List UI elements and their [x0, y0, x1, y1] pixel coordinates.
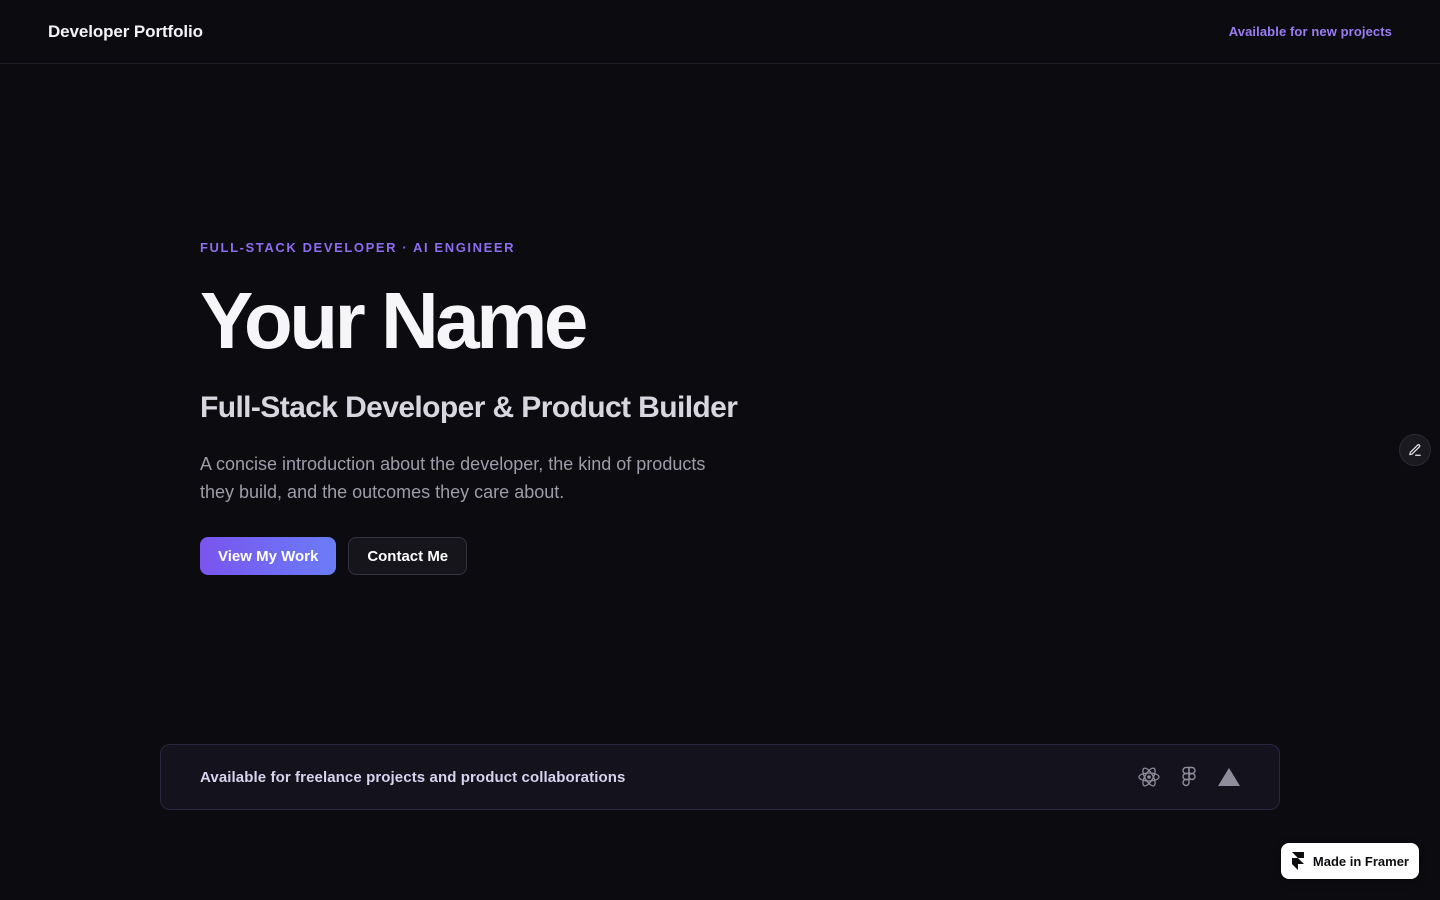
- portfolio-page: Developer Portfolio Available for new pr…: [0, 0, 1440, 900]
- edit-button[interactable]: [1399, 434, 1431, 466]
- figma-icon: [1177, 765, 1201, 789]
- pencil-icon: [1409, 444, 1421, 456]
- availability-bar: Available for freelance projects and pro…: [160, 744, 1280, 810]
- view-work-button[interactable]: View My Work: [200, 537, 337, 575]
- availability-status: Available for new projects: [1228, 24, 1392, 39]
- availability-text: Available for freelance projects and pro…: [200, 768, 626, 786]
- site-header: Developer Portfolio Available for new pr…: [0, 0, 1440, 64]
- made-in-framer-badge[interactable]: Made in Framer: [1281, 843, 1419, 879]
- hero-name: Your Name: [200, 276, 588, 365]
- tech-icons: [1137, 765, 1241, 789]
- framer-icon: [1291, 852, 1304, 870]
- hero-actions: View My Work Contact Me: [200, 537, 900, 575]
- site-brand[interactable]: Developer Portfolio: [48, 22, 203, 42]
- vercel-icon: [1217, 765, 1241, 789]
- hero-intro: A concise introduction about the develop…: [200, 454, 706, 502]
- hero-section: FULL-STACK DEVELOPER · AI ENGINEER Your …: [200, 238, 900, 575]
- framer-badge-label: Made in Framer: [1312, 853, 1409, 869]
- hero-eyebrow: FULL-STACK DEVELOPER · AI ENGINEER: [200, 240, 516, 255]
- contact-button[interactable]: Contact Me: [348, 537, 468, 575]
- react-icon: [1137, 765, 1161, 789]
- hero-role: Full-Stack Developer & Product Builder: [200, 391, 738, 424]
